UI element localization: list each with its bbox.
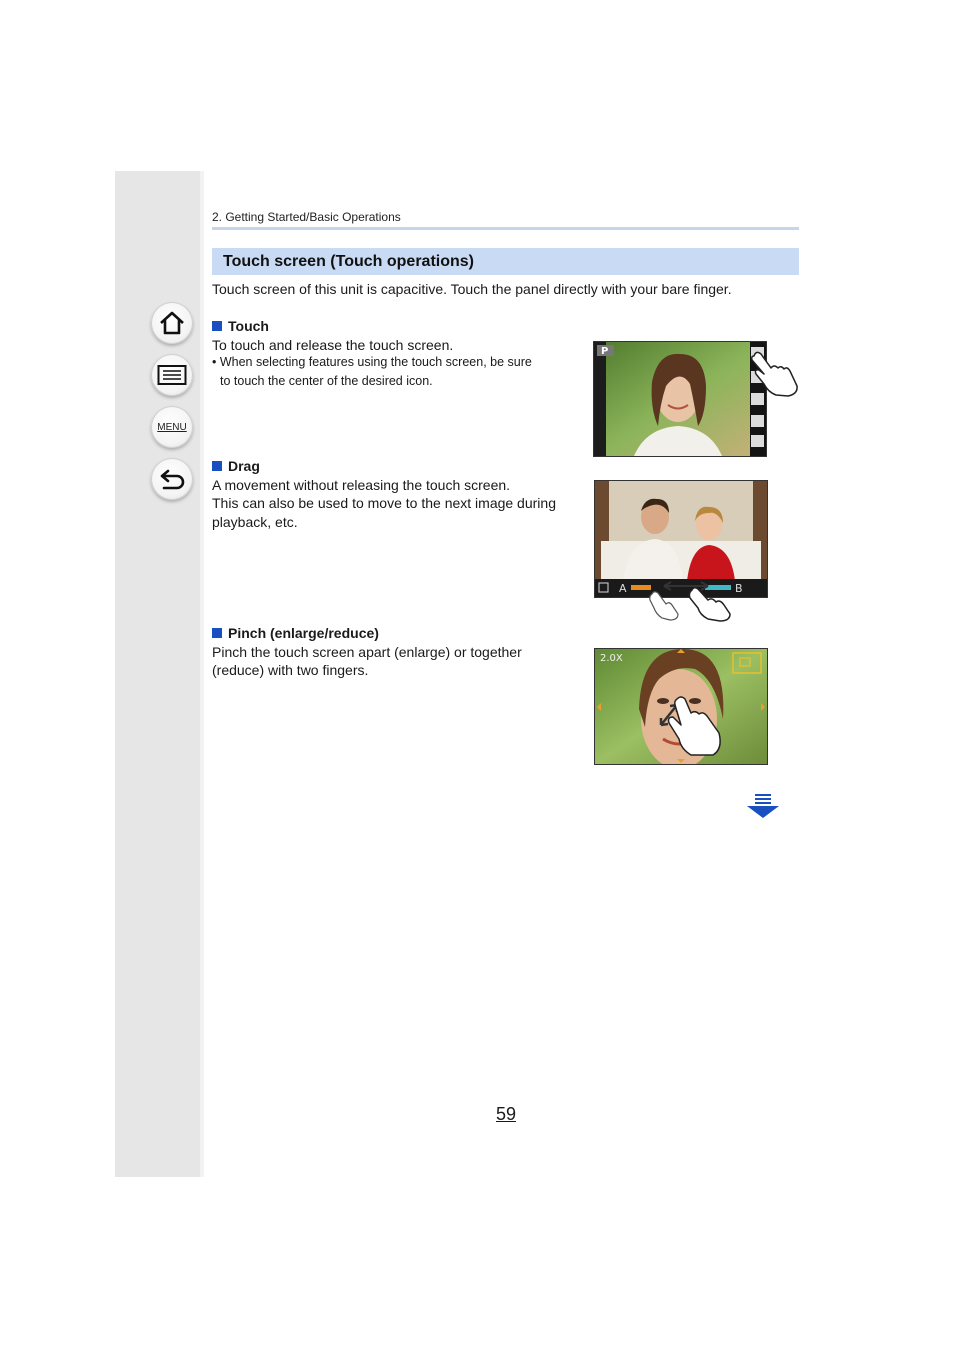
pinch-heading-label: Pinch (enlarge/reduce) — [228, 625, 379, 641]
pinch-line2: (reduce) with two fingers. — [212, 662, 369, 678]
sidebar-edge — [200, 171, 204, 1177]
breadcrumb: 2. Getting Started/Basic Operations — [212, 210, 401, 224]
shooting-mode-label: P — [601, 346, 608, 357]
page-title: Touch screen (Touch operations) — [212, 248, 799, 275]
list-icon — [157, 365, 187, 385]
touch-heading: Touch — [212, 318, 269, 334]
bullet-square-icon — [212, 321, 222, 331]
header-rule — [212, 227, 799, 230]
drag-line1: A movement without releasing the touch s… — [212, 477, 511, 493]
next-page-arrow-icon[interactable] — [746, 794, 780, 820]
page-number: 59 — [496, 1104, 517, 1124]
bullet-square-icon — [212, 628, 222, 638]
touch-note-line2: to touch the center of the desired icon. — [220, 374, 433, 388]
drag-heading-label: Drag — [228, 458, 260, 474]
pinch-heading: Pinch (enlarge/reduce) — [212, 625, 379, 641]
contents-button[interactable] — [151, 354, 193, 396]
touch-text: To touch and release the touch screen. — [212, 337, 454, 353]
menu-label: MENU — [157, 421, 187, 433]
home-icon — [160, 311, 184, 335]
touch-note-line1: • When selecting features using the touc… — [212, 355, 532, 369]
pinch-line1: Pinch the touch screen apart (enlarge) o… — [212, 644, 522, 660]
tap-hand-icon — [751, 351, 798, 397]
intro-text: Touch screen of this unit is capacitive.… — [212, 281, 732, 297]
bullet-square-icon — [212, 461, 222, 471]
touch-heading-label: Touch — [228, 318, 269, 334]
touch-example-image: P — [593, 341, 767, 457]
home-button[interactable] — [151, 302, 193, 344]
pinch-example-image: 2.0X — [594, 648, 768, 765]
drag-line3: playback, etc. — [212, 514, 298, 530]
drag-label-a: A — [619, 582, 627, 595]
back-arrow-icon — [160, 469, 185, 490]
drag-hand-icon — [649, 581, 731, 622]
drag-line2: This can also be used to move to the nex… — [212, 495, 556, 511]
zoom-level-label: 2.0X — [600, 653, 623, 664]
drag-heading: Drag — [212, 458, 260, 474]
back-button[interactable] — [151, 458, 193, 500]
menu-button[interactable]: MENU — [151, 406, 193, 448]
